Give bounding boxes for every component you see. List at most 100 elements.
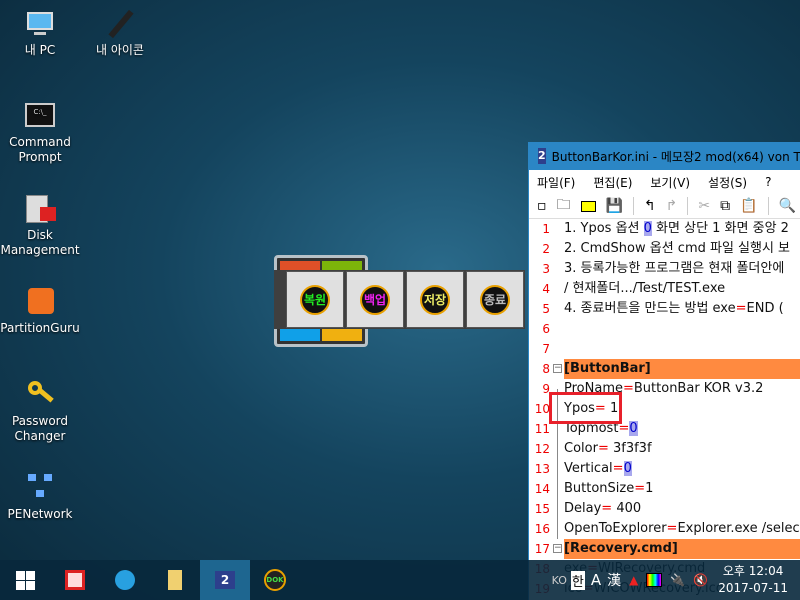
ini-value: 1 (645, 481, 654, 496)
restore-button[interactable]: 복원 (286, 271, 344, 328)
line-number: 3 (542, 262, 550, 276)
open-icon[interactable]: 🗀 (557, 194, 571, 218)
desktop-icon-penetwork[interactable]: PENetwork (0, 472, 80, 522)
desktop-icon-my-icons[interactable]: 내 아이콘 (80, 8, 160, 58)
line-text: Color= 3f3f3f (564, 439, 800, 459)
menu-settings[interactable]: 설정(S) (708, 174, 747, 191)
ini-value: Explorer.exe /select, (677, 521, 800, 536)
icon-label: 내 아이콘 (96, 43, 144, 57)
editor-line[interactable]: 8− [ButtonBar] (529, 359, 800, 379)
windows-icon (15, 570, 35, 590)
taskbar-notepad2[interactable]: 2 (200, 560, 250, 600)
desktop-icon-password-changer[interactable]: Password Changer (0, 379, 80, 444)
desktop-icon-my-pc[interactable]: 내 PC (0, 8, 80, 58)
line-number: 10 (534, 402, 550, 416)
text-segment: 1. Ypos 옵션 (564, 221, 644, 236)
editor-line[interactable]: 1 1. Ypos 옵션 0 화면 상단 1 화면 중앙 2 (529, 219, 800, 239)
notepad2-icon: 2 (215, 571, 235, 589)
editor-line[interactable]: 4 / 현재폴더.../Test/TEST.exe (529, 279, 800, 299)
equals-sign: = (634, 481, 646, 496)
menu-file[interactable]: 파일(F) (537, 174, 575, 191)
editor-line[interactable]: 3 3. 등록가능한 프로그램은 현재 폴더안에 (529, 259, 800, 279)
computer-icon (24, 8, 56, 40)
line-number: 8 (542, 362, 550, 376)
start-button[interactable] (0, 560, 50, 600)
menu-view[interactable]: 보기(V) (650, 174, 690, 191)
ini-value: 400 (612, 501, 642, 516)
editor-line[interactable]: 7 (529, 339, 800, 359)
volume-muted-icon[interactable]: 🔇 (693, 573, 708, 587)
line-number: 17 (534, 542, 550, 556)
pen-shortcut-icon (104, 8, 136, 40)
section-header: [ButtonBar] (564, 361, 651, 376)
ime-hanja[interactable]: 漢 (607, 570, 621, 590)
highlight-annotation-box (549, 392, 622, 424)
editor-line[interactable]: 13 Vertical=0 (529, 459, 800, 479)
editor-line[interactable]: 12 Color= 3f3f3f (529, 439, 800, 459)
find-icon[interactable]: 🔍 (779, 198, 796, 214)
line-text: 1. Ypos 옵션 0 화면 상단 1 화면 중앙 2 (564, 219, 800, 239)
editor-line[interactable]: 16 OpenToExplorer=Explorer.exe /select, (529, 519, 800, 539)
line-number: 7 (542, 342, 550, 356)
icon-label: Disk Management (0, 228, 80, 257)
cut-icon[interactable]: ✂ (698, 198, 710, 214)
paste-icon[interactable]: 📋 (740, 198, 757, 214)
fold-toggle-icon[interactable]: − (553, 544, 562, 553)
toolbar-separator (632, 197, 634, 215)
dok-icon: DOK (264, 569, 286, 591)
ini-key: Vertical (564, 461, 613, 476)
line-number: 1 (542, 222, 550, 236)
title-bar[interactable]: 2 ButtonBarKor.ini - 메모장2 mod(x64) von T… (529, 142, 800, 170)
power-icon[interactable]: 🔌 (670, 573, 685, 587)
new-icon[interactable]: ▫ (537, 198, 547, 214)
editor-line[interactable]: 5 4. 종료버튼을 만드는 방법 exe=END ( (529, 299, 800, 319)
display-icon[interactable] (646, 573, 663, 587)
desktop-icon-disk-management[interactable]: Disk Management (0, 193, 80, 258)
line-text: [Recovery.cmd] (564, 539, 800, 559)
taskbar-browser[interactable] (100, 560, 150, 600)
taskbar-dok[interactable]: DOK (250, 560, 300, 600)
exit-label: 종료 (480, 284, 510, 315)
redo-icon[interactable]: ↱ (666, 198, 678, 214)
line-number: 5 (542, 302, 550, 316)
window-title: ButtonBarKor.ini - 메모장2 mod(x64) von TE (551, 149, 800, 164)
ime-language[interactable]: KO (552, 574, 567, 587)
ime-hangul[interactable]: 한 (570, 570, 585, 590)
ini-value: 3f3f3f (608, 441, 652, 456)
desktop-icon-command-prompt[interactable]: C:\_ Command Prompt (0, 100, 80, 165)
browse-folder-icon[interactable] (580, 200, 596, 212)
fold-toggle-icon[interactable]: − (553, 364, 562, 373)
save-label: 저장 (420, 284, 450, 315)
text-segment: / 현재폴더.../Test/TEST.exe (564, 281, 726, 296)
taskbar-app-1[interactable] (50, 560, 100, 600)
line-number: 11 (534, 422, 550, 436)
partitionguru-icon (24, 286, 56, 318)
ime-alpha[interactable]: A (591, 571, 601, 589)
backup-button[interactable]: 백업 (346, 271, 404, 328)
tray-app-icon[interactable]: ▲ (629, 573, 638, 587)
ini-key: Delay (564, 501, 602, 516)
editor-line[interactable]: 17− [Recovery.cmd] (529, 539, 800, 559)
menu-help[interactable]: ? (765, 175, 771, 189)
exit-button[interactable]: 종료 (466, 271, 524, 328)
undo-icon[interactable]: ↰ (644, 198, 656, 214)
save-icon[interactable]: 💾 (606, 198, 623, 214)
editor-line[interactable]: 14 ButtonSize=1 (529, 479, 800, 499)
clock-date: 2017-07-11 (718, 581, 788, 595)
equals-sign: = (597, 441, 609, 456)
desktop-icon-partitionguru[interactable]: PartitionGuru (0, 286, 80, 336)
taskbar-explorer[interactable] (150, 560, 200, 600)
icon-label: PENetwork (7, 507, 73, 521)
save-button[interactable]: 저장 (406, 271, 464, 328)
menu-bar: 파일(F) 편집(E) 보기(V) 설정(S) ? (529, 170, 800, 194)
disk-icon (24, 193, 56, 225)
editor-line[interactable]: 15 Delay= 400 (529, 499, 800, 519)
editor-line[interactable]: 6 (529, 319, 800, 339)
menu-edit[interactable]: 편집(E) (593, 174, 632, 191)
copy-icon[interactable]: ⧉ (720, 198, 730, 214)
toolbar-separator (687, 197, 689, 215)
editor-line[interactable]: 2 2. CmdShow 옵션 cmd 파일 실행시 보 (529, 239, 800, 259)
clock-time: 오후 12:04 (722, 564, 784, 578)
clock[interactable]: 오후 12:04 2017-07-11 (718, 563, 788, 597)
line-number: 6 (542, 322, 550, 336)
